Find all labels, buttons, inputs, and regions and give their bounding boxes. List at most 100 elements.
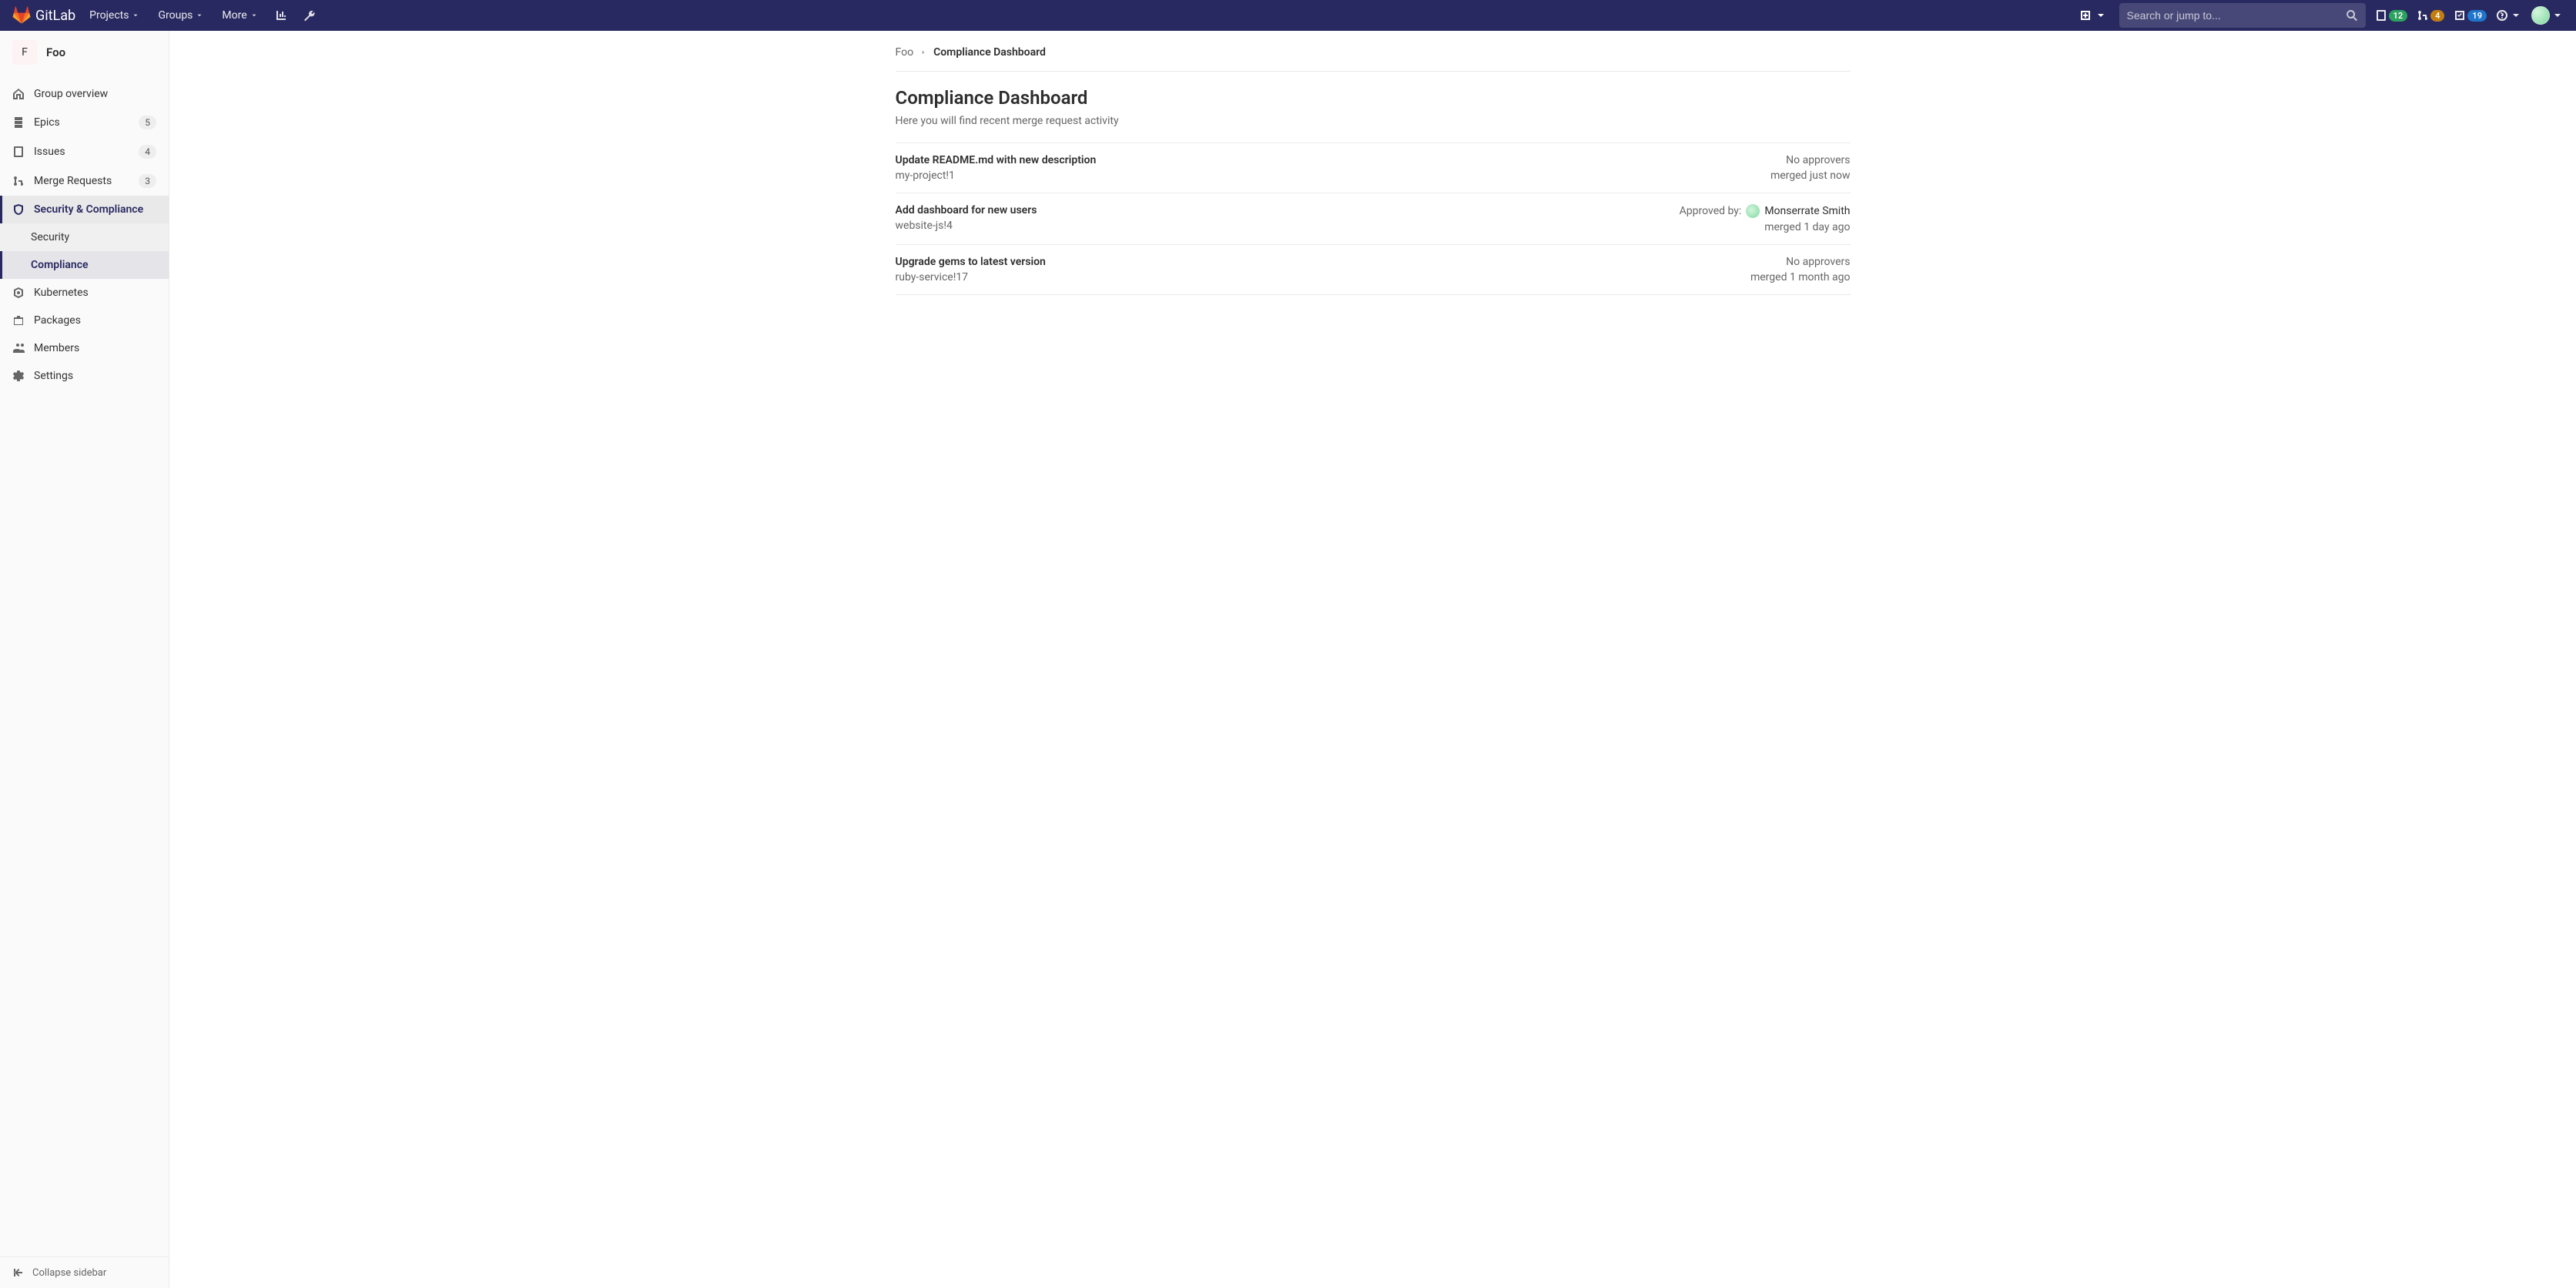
sidebar-item-badge: 4 <box>139 145 156 159</box>
mr-merged: merged 1 month ago <box>1750 271 1851 283</box>
user-menu[interactable] <box>2531 6 2564 25</box>
main-content: Foo Compliance Dashboard Compliance Dash… <box>169 31 2576 1288</box>
chevron-down-icon <box>2551 9 2564 22</box>
new-menu-button[interactable] <box>2076 6 2110 25</box>
chevron-down-icon <box>250 12 258 19</box>
sidebar-subitem-label: Security <box>31 231 69 243</box>
sidebar-item-issues[interactable]: Issues 4 <box>0 137 169 166</box>
group-name: Foo <box>46 45 65 59</box>
nav-link-label: Groups <box>158 9 193 22</box>
sidebar-item-label: Epics <box>34 116 129 129</box>
merge-request-item[interactable]: Update README.md with new description my… <box>896 143 1851 193</box>
collapse-sidebar-button[interactable]: Collapse sidebar <box>0 1256 169 1288</box>
chevron-down-icon <box>196 12 203 19</box>
group-avatar: F <box>12 40 37 65</box>
sidebar-group-header[interactable]: F Foo <box>0 31 169 74</box>
approved-by-label: Approved by: <box>1680 205 1742 217</box>
collapse-label: Collapse sidebar <box>32 1267 106 1279</box>
kubernetes-icon <box>12 287 25 299</box>
nav-more[interactable]: More <box>214 5 265 26</box>
search-input[interactable] <box>2127 9 2340 22</box>
nav-link-label: Projects <box>89 9 129 22</box>
approver-avatar <box>1746 204 1760 218</box>
sidebar-item-security-compliance[interactable]: Security & Compliance <box>0 196 169 223</box>
wrench-icon <box>303 9 315 22</box>
gear-icon <box>12 370 25 382</box>
mr-approval: No approvers <box>1786 256 1850 268</box>
mr-ref: my-project!1 <box>896 169 1097 182</box>
sidebar-subitems: Security Compliance <box>0 223 169 279</box>
sidebar-item-badge: 3 <box>139 174 156 188</box>
members-icon <box>12 342 25 354</box>
top-nav: GitLab Projects Groups More <box>0 0 2576 31</box>
merge-request-item[interactable]: Add dashboard for new users website-js!4… <box>896 193 1851 245</box>
sidebar-item-epics[interactable]: Epics 5 <box>0 108 169 137</box>
sidebar-item-label: Members <box>34 342 156 354</box>
chevron-down-icon <box>132 12 139 19</box>
gitlab-icon <box>12 6 31 25</box>
mr-title: Update README.md with new description <box>896 154 1097 166</box>
help-menu[interactable] <box>2496 9 2522 22</box>
sidebar-subitem-security[interactable]: Security <box>0 223 169 251</box>
mr-badge: 4 <box>2430 10 2444 22</box>
sidebar-item-label: Merge Requests <box>34 175 129 187</box>
sidebar-item-members[interactable]: Members <box>0 334 169 362</box>
mr-approval: No approvers <box>1786 154 1850 166</box>
mr-ref: website-js!4 <box>896 220 1037 232</box>
admin-icon-button[interactable] <box>296 3 321 28</box>
chevron-down-icon <box>2095 9 2107 22</box>
page-subtitle: Here you will find recent merge request … <box>896 115 1851 127</box>
sidebar-item-label: Group overview <box>34 88 156 100</box>
sidebar-item-merge-requests[interactable]: Merge Requests 3 <box>0 166 169 196</box>
sidebar-subitem-label: Compliance <box>31 259 89 271</box>
breadcrumb: Foo Compliance Dashboard <box>896 46 1851 72</box>
merge-request-list: Update README.md with new description my… <box>896 143 1851 295</box>
chevron-down-icon <box>2510 9 2522 22</box>
sidebar-subitem-compliance[interactable]: Compliance <box>0 251 169 279</box>
breadcrumb-root[interactable]: Foo <box>896 46 914 59</box>
activity-icon-button[interactable] <box>269 3 293 28</box>
page-header: Compliance Dashboard Here you will find … <box>896 72 1851 143</box>
package-icon <box>12 314 25 327</box>
sidebar-item-packages[interactable]: Packages <box>0 307 169 334</box>
issues-icon <box>12 146 25 158</box>
merge-request-item[interactable]: Upgrade gems to latest version ruby-serv… <box>896 245 1851 295</box>
merge-request-icon <box>2417 9 2429 22</box>
issues-badge: 12 <box>2389 10 2408 22</box>
nav-links: Projects Groups More <box>82 3 321 28</box>
shield-icon <box>12 203 25 216</box>
brand-name: GitLab <box>35 8 75 24</box>
sidebar-nav: Group overview Epics 5 Issues 4 Merge Re… <box>0 74 169 1256</box>
sidebar-item-label: Kubernetes <box>34 287 156 299</box>
merge-requests-link[interactable]: 4 <box>2417 9 2444 22</box>
nav-groups[interactable]: Groups <box>150 5 211 26</box>
approver-name: Monserrate Smith <box>1764 205 1850 217</box>
sidebar-item-label: Issues <box>34 146 129 158</box>
brand-logo[interactable]: GitLab <box>12 6 75 25</box>
nav-link-label: More <box>222 9 246 22</box>
question-icon <box>2496 9 2508 22</box>
mr-title: Upgrade gems to latest version <box>896 256 1046 268</box>
collapse-icon <box>12 1266 25 1279</box>
user-avatar <box>2531 6 2550 25</box>
mr-merged: merged 1 day ago <box>1764 221 1850 233</box>
sidebar-item-settings[interactable]: Settings <box>0 362 169 390</box>
issues-link[interactable]: 12 <box>2375 9 2408 22</box>
page-title: Compliance Dashboard <box>896 87 1851 109</box>
sidebar-item-overview[interactable]: Group overview <box>0 80 169 108</box>
sidebar-item-label: Settings <box>34 370 156 382</box>
mr-approval: Approved by: Monserrate Smith <box>1680 204 1851 218</box>
sidebar-item-label: Packages <box>34 314 156 327</box>
todos-link[interactable]: 19 <box>2454 9 2487 22</box>
nav-projects[interactable]: Projects <box>82 5 147 26</box>
plus-square-icon <box>2079 9 2092 22</box>
chevron-right-icon <box>920 49 927 56</box>
merge-request-icon <box>12 175 25 187</box>
breadcrumb-current: Compliance Dashboard <box>933 46 1046 59</box>
sidebar-item-kubernetes[interactable]: Kubernetes <box>0 279 169 307</box>
sidebar: F Foo Group overview Epics 5 Issues 4 Me… <box>0 31 169 1288</box>
sidebar-item-label: Security & Compliance <box>34 203 156 216</box>
chart-icon <box>275 9 287 22</box>
mr-ref: ruby-service!17 <box>896 271 1046 283</box>
search-box[interactable] <box>2119 3 2366 28</box>
